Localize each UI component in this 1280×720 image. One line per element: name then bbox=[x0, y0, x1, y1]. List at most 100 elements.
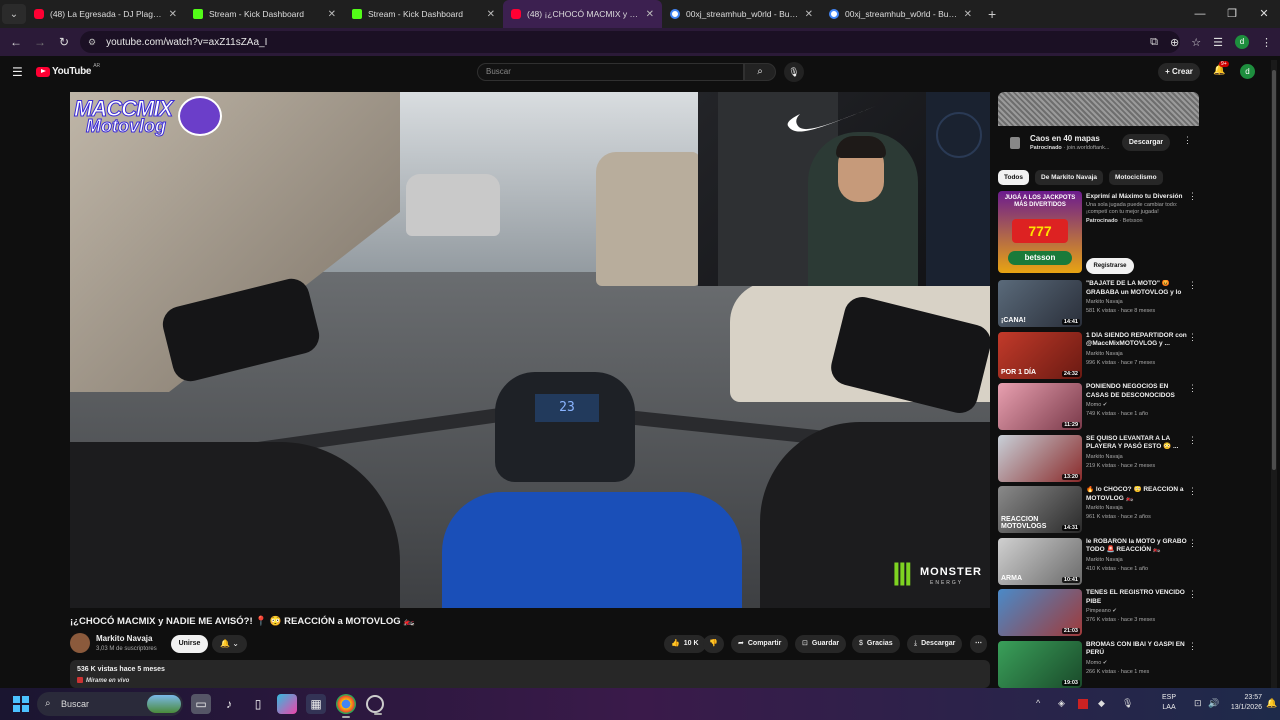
forward-icon[interactable]: → bbox=[28, 35, 52, 49]
video-channel[interactable]: Momo ✔ bbox=[1086, 402, 1107, 408]
voice-search-button[interactable]: 🎙 bbox=[784, 62, 804, 82]
video-channel[interactable]: Markito Navaja bbox=[1086, 454, 1123, 460]
reload-icon[interactable]: ↻ bbox=[52, 35, 76, 49]
copilot-icon[interactable] bbox=[277, 694, 297, 714]
video-more-icon[interactable]: ⋮ bbox=[1188, 280, 1197, 291]
youtube-logo[interactable]: YouTube AR bbox=[36, 63, 100, 77]
tab-close-icon[interactable]: ✕ bbox=[805, 9, 813, 20]
channel-name[interactable]: Markito Navaja bbox=[96, 634, 152, 643]
new-tab-icon[interactable]: + bbox=[988, 6, 996, 22]
taskbar-search[interactable]: ⌕ Buscar bbox=[37, 692, 183, 716]
scrollbar-thumb[interactable] bbox=[1272, 70, 1276, 470]
zoom-icon[interactable]: ⊕ bbox=[1170, 36, 1179, 49]
video-thumbnail[interactable]: ¡CANA! 14:41 bbox=[998, 280, 1082, 327]
back-icon[interactable]: ← bbox=[4, 35, 28, 49]
browser-tab[interactable]: (48) ¡¿CHOCÓ MACMIX y NADIE ✕ bbox=[503, 0, 662, 28]
ad-download-button[interactable]: Descargar bbox=[1122, 134, 1170, 151]
volume-icon[interactable]: 🔊 bbox=[1208, 698, 1219, 709]
more-actions-button[interactable]: ⋯ bbox=[970, 635, 987, 653]
search-button[interactable]: ⌕ bbox=[744, 63, 776, 81]
thanks-button[interactable]: $ Gracias bbox=[852, 635, 900, 653]
page-scrollbar[interactable] bbox=[1271, 60, 1277, 688]
tab-close-icon[interactable]: ✕ bbox=[487, 9, 495, 20]
guide-menu-icon[interactable]: ☰ bbox=[12, 65, 23, 79]
site-info-icon[interactable]: ⚙ bbox=[88, 37, 96, 48]
video-channel[interactable]: Momo ✔ bbox=[1086, 660, 1107, 666]
description-box[interactable]: 536 K vistas hace 5 meses Mírame en vivo bbox=[70, 660, 990, 688]
video-thumbnail[interactable]: 11:29 bbox=[998, 383, 1082, 430]
recommended-video[interactable]: REACCION MOTOVLOGS 14:31 🔥 lo CHOCÓ? 😳 REA… bbox=[998, 486, 1199, 534]
video-thumbnail[interactable]: REACCION MOTOVLOGS 14:31 bbox=[998, 486, 1082, 533]
network-icon[interactable]: ⊡ bbox=[1194, 698, 1202, 709]
dislike-button[interactable]: 👎 bbox=[703, 635, 724, 653]
browser-tab[interactable]: (48) La Egresada - DJ Plaga, El T ✕ bbox=[26, 0, 185, 28]
browser-menu-icon[interactable]: ⋮ bbox=[1261, 36, 1272, 49]
recommended-video[interactable]: 21:03 TENÉS EL REGISTRO VENCIDO PIBE Pimpe… bbox=[998, 589, 1199, 637]
save-button[interactable]: ⊡ Guardar bbox=[795, 635, 847, 653]
share-button[interactable]: ➦ Compartir bbox=[731, 635, 789, 653]
sidebar-ad[interactable]: Caos en 40 mapas Patrocinado · join.worl… bbox=[998, 126, 1199, 162]
video-more-icon[interactable]: ⋮ bbox=[1188, 641, 1197, 652]
video-more-icon[interactable]: ⋮ bbox=[1188, 538, 1197, 549]
join-button[interactable]: Unirse bbox=[171, 635, 208, 653]
video-player[interactable]: 23 MACCMIX Motovlog Ⅲ MONSTER ENERGY bbox=[70, 92, 990, 608]
clock[interactable]: 23:57 13/1/2026 bbox=[1222, 693, 1262, 713]
video-channel[interactable]: Markito Navaja bbox=[1086, 505, 1123, 511]
maximize-icon[interactable]: ❐ bbox=[1216, 0, 1248, 28]
minimize-icon[interactable]: — bbox=[1184, 0, 1216, 28]
video-channel[interactable]: Markito Navaja bbox=[1086, 299, 1123, 305]
tiktok-icon[interactable]: ♪ bbox=[219, 694, 239, 714]
like-button[interactable]: 👍 10 K bbox=[664, 635, 706, 653]
tab-close-icon[interactable]: ✕ bbox=[328, 9, 336, 20]
filter-chip[interactable]: Todos bbox=[998, 170, 1030, 185]
video-thumbnail[interactable]: POR 1 DÍA 24:32 bbox=[998, 331, 1082, 379]
browser-profile-avatar[interactable]: d bbox=[1235, 35, 1249, 49]
subscription-bell-button[interactable]: 🔔 ⌄ bbox=[212, 635, 247, 653]
bookmark-star-icon[interactable]: ☆ bbox=[1191, 36, 1201, 49]
chrome-icon[interactable] bbox=[336, 694, 356, 718]
video-channel[interactable]: Markito Navaja bbox=[1086, 557, 1123, 563]
microphone-tray-icon[interactable]: 🎙 bbox=[1122, 698, 1133, 709]
browser-tab[interactable]: 00xj_streamhub_w0rld - Buscar ✕ bbox=[662, 0, 821, 28]
recommended-video[interactable]: ¡CANA! 14:41 "BAJATE DE LA MOTO" 😡 GRABABA… bbox=[998, 280, 1199, 328]
browser-tab[interactable]: 00xj_streamhub_w0rld - Buscar ✕ bbox=[821, 0, 980, 28]
security-icon[interactable]: ◆ bbox=[1098, 698, 1105, 709]
filter-chip[interactable]: De Markito Navaja bbox=[1035, 170, 1104, 185]
video-more-icon[interactable]: ⋮ bbox=[1188, 383, 1197, 394]
tab-close-icon[interactable]: ✕ bbox=[646, 9, 654, 20]
windows-start-icon[interactable] bbox=[13, 696, 29, 712]
video-more-icon[interactable]: ⋮ bbox=[1188, 435, 1197, 446]
channel-avatar[interactable] bbox=[70, 633, 90, 653]
close-window-icon[interactable]: ✕ bbox=[1248, 0, 1280, 28]
promo-more-icon[interactable]: ⋮ bbox=[1188, 191, 1197, 202]
cast-icon[interactable]: ⧉ bbox=[1150, 36, 1158, 49]
task-view-icon[interactable]: ▭ bbox=[191, 694, 211, 714]
video-more-icon[interactable]: ⋮ bbox=[1188, 332, 1197, 343]
video-thumbnail[interactable]: 21:03 bbox=[998, 589, 1082, 636]
ad-more-icon[interactable]: ⋮ bbox=[1183, 135, 1192, 146]
promo-register-button[interactable]: Registrarse bbox=[1086, 258, 1134, 274]
video-thumbnail[interactable]: ARMA 10:41 bbox=[998, 537, 1082, 585]
filter-chip[interactable]: Motociclismo bbox=[1109, 170, 1163, 185]
recommended-video[interactable]: POR 1 DÍA 24:32 1 DÍA SIENDO REPARTIDOR co… bbox=[998, 331, 1199, 380]
account-avatar[interactable]: d bbox=[1240, 64, 1255, 79]
store-icon[interactable]: ▦ bbox=[306, 694, 326, 714]
tray-app-icon[interactable]: ◈ bbox=[1058, 698, 1065, 709]
browser-tab[interactable]: Stream - Kick Dashboard ✕ bbox=[185, 0, 344, 28]
promo-thumbnail[interactable]: JUGÁ A LOS JACKPOTS MÁS DIVERTIDOS 777 b… bbox=[998, 191, 1082, 273]
reading-list-icon[interactable]: ☰ bbox=[1213, 36, 1223, 49]
video-thumbnail[interactable]: 19:03 bbox=[998, 640, 1082, 688]
recommended-video[interactable]: 11:29 PONIENDO NEGOCIOS EN CASAS DE DESCO… bbox=[998, 383, 1199, 431]
notification-center-icon[interactable]: 🔔 bbox=[1266, 698, 1277, 709]
recommended-video[interactable]: ARMA 10:41 le ROBARON la MOTO y GRABÓ TODO… bbox=[998, 537, 1199, 586]
search-input[interactable]: Buscar bbox=[477, 63, 744, 81]
sponsored-promo[interactable]: JUGÁ A LOS JACKPOTS MÁS DIVERTIDOS 777 b… bbox=[998, 191, 1199, 277]
tab-search-icon[interactable]: ⌄ bbox=[2, 4, 26, 24]
file-icon[interactable]: ▯ bbox=[248, 694, 268, 714]
tab-close-icon[interactable]: ✕ bbox=[964, 9, 972, 20]
video-channel[interactable]: Pimpeano ✔ bbox=[1086, 608, 1117, 614]
recommended-video[interactable]: 19:03 BROMAS CON IBAI Y GASPI EN PERÚ Momo… bbox=[998, 640, 1199, 689]
obs-icon[interactable] bbox=[366, 695, 384, 715]
video-more-icon[interactable]: ⋮ bbox=[1188, 589, 1197, 600]
language-indicator[interactable]: ESP LAA bbox=[1162, 693, 1176, 713]
